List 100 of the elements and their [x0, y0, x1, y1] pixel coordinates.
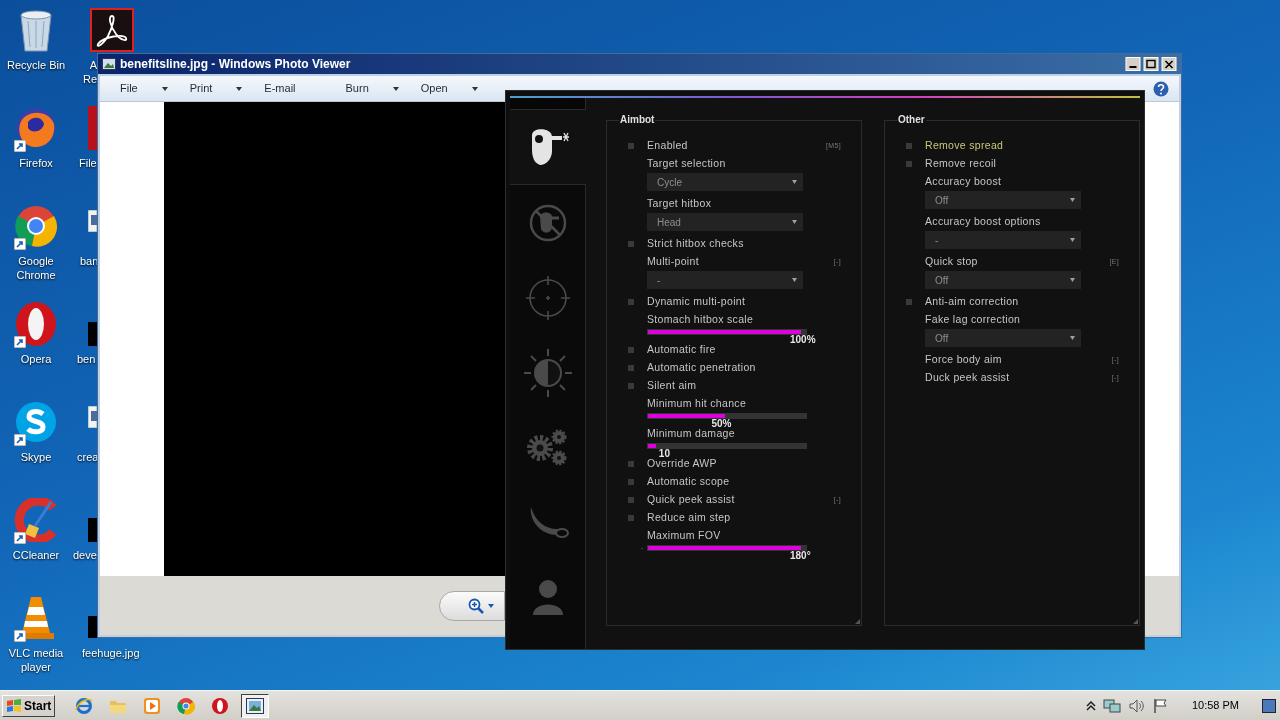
checkbox[interactable]: [906, 161, 912, 167]
caret-icon[interactable]: [161, 86, 168, 91]
chrome-logo-icon: [14, 204, 58, 248]
icon-label: File: [79, 156, 97, 170]
opera-logo-icon: [211, 696, 230, 715]
menu-item[interactable]: Open: [420, 80, 448, 97]
dropdown[interactable]: Head: [647, 213, 803, 231]
menu-item[interactable]: E-mail: [264, 80, 296, 97]
setting-label: Duck peek assist: [925, 370, 1011, 386]
setting-label: Anti-aim correction: [925, 294, 1020, 310]
resize-grip-icon[interactable]: [1133, 619, 1138, 624]
icon-label: Firefox: [19, 156, 53, 170]
checkbox[interactable]: [628, 347, 634, 353]
setting-label: Multi-point: [647, 254, 700, 270]
icon-label: VLC media player: [8, 646, 64, 674]
checkbox[interactable]: [628, 241, 634, 247]
chevron-up-icon[interactable]: [1085, 700, 1096, 711]
checkbox[interactable]: [628, 479, 634, 485]
zoom-button[interactable]: [439, 590, 505, 621]
menu-item[interactable]: Print: [189, 80, 213, 97]
checkbox[interactable]: [906, 299, 912, 305]
setting-label: Maximum FOV: [647, 528, 722, 544]
setting-label: Automatic scope: [647, 474, 731, 490]
caret-icon: [1070, 198, 1075, 202]
dropdown[interactable]: Off: [925, 329, 1081, 347]
zoom-icon: [468, 597, 484, 614]
setting-label: Override AWP: [647, 457, 718, 472]
checkbox[interactable]: [628, 497, 634, 503]
setting-label: Stomach hitbox scale: [647, 312, 755, 328]
setting-label: Automatic fire: [647, 342, 717, 358]
network-icon[interactable]: [1102, 697, 1121, 714]
setting-label: Quick peek assist: [647, 492, 736, 508]
photo-viewer-icon: [246, 697, 265, 714]
icon-label: Recycle Bin: [6, 58, 66, 72]
dropdown[interactable]: Cycle: [647, 173, 803, 191]
show-desktop-icon[interactable]: [1262, 698, 1276, 713]
person-icon: [530, 578, 565, 617]
checkbox[interactable]: [906, 143, 912, 149]
checkbox[interactable]: [628, 299, 634, 305]
icon-label: deve: [73, 548, 97, 562]
checkbox[interactable]: [628, 365, 634, 371]
photo-viewer-icon: [102, 58, 116, 70]
slider-track[interactable]: [647, 443, 807, 449]
flag-icon[interactable]: [1152, 697, 1169, 714]
image-file-icon: [88, 518, 97, 542]
icon-label: ban: [80, 254, 99, 268]
setting-label: Automatic penetration: [647, 360, 757, 376]
setting-label: Remove spread: [925, 138, 1005, 154]
setting-label: Dynamic multi-point: [647, 294, 747, 310]
shortcut-arrow-icon: [14, 336, 26, 348]
dropdown[interactable]: -: [647, 271, 803, 289]
file-icon: [88, 106, 97, 150]
shortcut-arrow-icon: [14, 140, 26, 152]
dropdown[interactable]: Off: [925, 191, 1081, 209]
caret-icon: [1070, 278, 1075, 282]
dropdown[interactable]: Off: [925, 271, 1081, 289]
setting-label: Silent aim: [647, 378, 698, 394]
menu-item[interactable]: Burn: [345, 80, 369, 97]
maximize-button[interactable]: [1143, 57, 1159, 71]
slider-track[interactable]: [647, 413, 807, 419]
close-button[interactable]: [1161, 57, 1177, 71]
caret-icon: [792, 220, 797, 224]
shortcut-arrow-icon: [14, 532, 26, 544]
document-logo-icon: [90, 8, 134, 52]
slider-track[interactable]: [647, 545, 807, 551]
checkbox[interactable]: [628, 515, 634, 521]
window-title: benefitsline.jpg - Windows Photo Viewer: [120, 56, 351, 73]
caret-icon: [1070, 238, 1075, 242]
icon-label: feehuge.jpg: [82, 646, 140, 660]
group-title: Other: [897, 114, 926, 126]
resize-grip-icon[interactable]: [855, 619, 860, 624]
setting-label: Fake lag correction: [925, 312, 1022, 328]
chrome-logo-icon: [177, 696, 196, 715]
taskbar-button[interactable]: [241, 693, 270, 718]
caret-icon: [488, 603, 494, 608]
icon-label: A Re: [81, 58, 97, 86]
setting-label: Target selection: [647, 156, 727, 172]
checkbox[interactable]: [628, 461, 634, 467]
opera-logo-icon: [14, 301, 58, 347]
menu-item[interactable]: File: [120, 80, 138, 97]
dropdown[interactable]: -: [925, 231, 1081, 249]
caret-icon[interactable]: [236, 86, 243, 91]
minimize-button[interactable]: [1125, 57, 1141, 71]
speaker-icon[interactable]: [1127, 697, 1146, 714]
shortcut-arrow-icon: [14, 434, 26, 446]
slider-value: 180°: [790, 551, 811, 561]
slider-value: 10: [658, 449, 670, 459]
crosshair-icon: [525, 275, 570, 320]
slider-value: 50%: [711, 419, 732, 429]
checkbox[interactable]: [628, 143, 634, 149]
group-title: Aimbot: [619, 114, 656, 126]
start-button[interactable]: Start: [2, 694, 56, 717]
help-icon[interactable]: [1153, 80, 1169, 97]
caret-icon[interactable]: [471, 86, 478, 91]
slider-track[interactable]: [647, 329, 807, 335]
icon-label: ben: [77, 352, 96, 366]
image-file-icon: [88, 322, 97, 346]
checkbox[interactable]: [628, 383, 634, 389]
setting-label: Enabled: [647, 138, 689, 154]
caret-icon[interactable]: [392, 86, 399, 91]
